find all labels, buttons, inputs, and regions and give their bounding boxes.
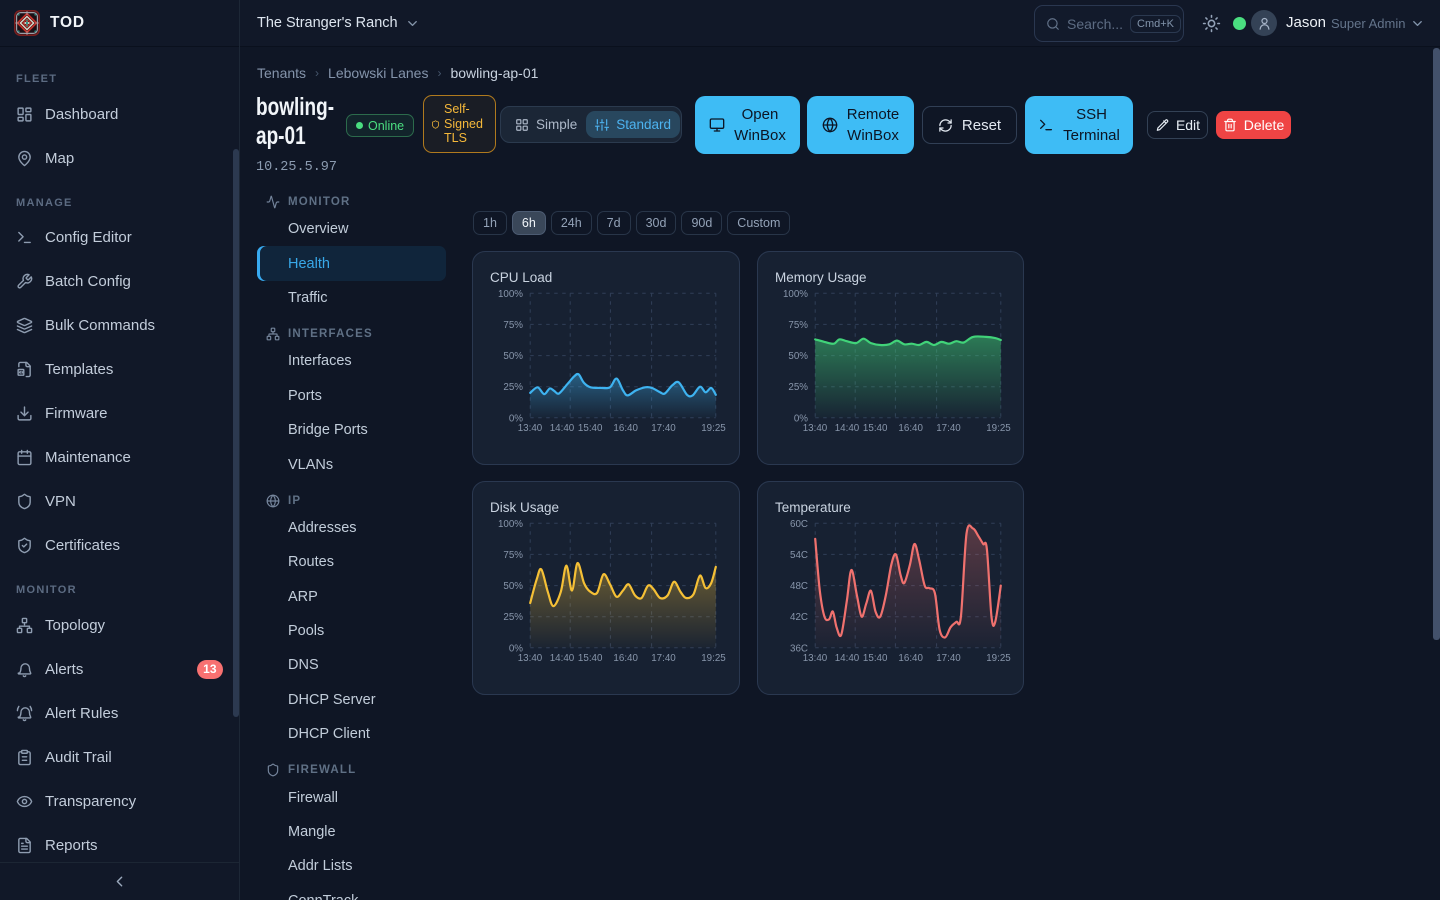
svg-text:100%: 100% (498, 289, 523, 300)
svg-text:15:40: 15:40 (578, 653, 603, 664)
svg-text:16:40: 16:40 (613, 423, 638, 434)
svg-text:15:40: 15:40 (863, 653, 888, 664)
svg-text:15:40: 15:40 (863, 423, 888, 434)
svg-text:19:25: 19:25 (986, 423, 1011, 434)
svg-text:14:40: 14:40 (550, 653, 575, 664)
svg-text:42C: 42C (790, 612, 808, 623)
svg-text:50%: 50% (503, 351, 523, 362)
svg-text:50%: 50% (788, 351, 808, 362)
svg-text:25%: 25% (503, 612, 523, 623)
svg-text:13:40: 13:40 (518, 653, 543, 664)
svg-text:17:40: 17:40 (651, 423, 676, 434)
svg-text:14:40: 14:40 (835, 423, 860, 434)
svg-text:100%: 100% (498, 519, 523, 530)
svg-text:50%: 50% (503, 581, 523, 592)
svg-text:13:40: 13:40 (518, 423, 543, 434)
svg-text:16:40: 16:40 (613, 653, 638, 664)
svg-text:75%: 75% (503, 320, 523, 331)
svg-text:60C: 60C (790, 519, 808, 530)
svg-text:16:40: 16:40 (898, 423, 923, 434)
svg-text:13:40: 13:40 (803, 653, 828, 664)
svg-text:16:40: 16:40 (898, 653, 923, 664)
svg-text:75%: 75% (503, 550, 523, 561)
svg-text:25%: 25% (788, 382, 808, 393)
svg-text:17:40: 17:40 (651, 653, 676, 664)
svg-text:25%: 25% (503, 382, 523, 393)
svg-text:54C: 54C (790, 550, 808, 561)
svg-text:100%: 100% (783, 289, 808, 300)
svg-text:17:40: 17:40 (936, 423, 961, 434)
svg-text:15:40: 15:40 (578, 423, 603, 434)
svg-text:17:40: 17:40 (936, 653, 961, 664)
svg-text:19:25: 19:25 (701, 423, 726, 434)
svg-text:48C: 48C (790, 581, 808, 592)
svg-text:19:25: 19:25 (701, 653, 726, 664)
svg-text:14:40: 14:40 (550, 423, 575, 434)
svg-text:14:40: 14:40 (835, 653, 860, 664)
svg-text:13:40: 13:40 (803, 423, 828, 434)
svg-text:75%: 75% (788, 320, 808, 331)
svg-text:19:25: 19:25 (986, 653, 1011, 664)
